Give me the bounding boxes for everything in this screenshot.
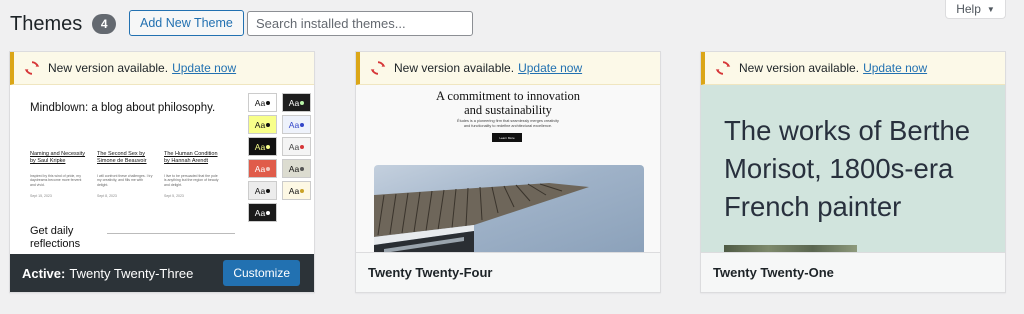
theme-name: Twenty Twenty-Three <box>69 265 194 281</box>
active-label: Active: <box>22 265 66 281</box>
theme-count-badge: 4 <box>92 14 117 34</box>
style-swatch: Aa <box>282 93 311 112</box>
style-swatch: Aa <box>248 115 277 134</box>
theme-name: Twenty Twenty-One <box>713 265 834 280</box>
swatch-dot <box>266 122 271 127</box>
swatch-dot <box>266 210 271 215</box>
swatch-label: Aa <box>288 119 300 130</box>
preview-headline: A commitment to innovation and sustainab… <box>356 89 660 117</box>
preview-subtitle: Études is a pioneering firm that seamles… <box>356 119 660 129</box>
theme-footer: Twenty Twenty-One <box>701 252 1005 292</box>
preview-headline-line: A commitment to innovation <box>435 89 581 103</box>
style-swatch: Aa <box>248 93 277 112</box>
swatch-dot <box>300 100 305 105</box>
style-swatch: Aa <box>282 159 311 178</box>
preview-post: The Human Condition by Hannah Arendt I l… <box>164 151 220 198</box>
theme-screenshot[interactable]: Mindblown: a blog about philosophy. Nami… <box>10 85 314 255</box>
page-header: Themes 4 <box>10 10 117 38</box>
update-now-link[interactable]: Update now <box>863 61 927 75</box>
swatch-dot <box>266 166 271 171</box>
preview-learn-more-button: Learn More <box>492 133 522 142</box>
update-notice-text: New version available. <box>739 61 860 75</box>
preview-post: The Second Sex by Simone de Beauvoir I w… <box>97 151 153 198</box>
preview-post-title: The Second Sex by Simone de Beauvoir <box>97 151 147 164</box>
preview-post-date: Sept 5, 2023 <box>164 194 184 199</box>
swatch-label: Aa <box>288 185 300 196</box>
swatch-label: Aa <box>288 141 300 152</box>
update-notice: New version available. Update now <box>356 52 660 85</box>
preview-post-excerpt: Inspired by this wind of pride, my daydr… <box>30 174 82 187</box>
swatch-dot <box>300 166 305 171</box>
add-new-theme-button[interactable]: Add New Theme <box>129 10 244 36</box>
swatch-label: Aa <box>254 97 266 108</box>
swatch-dot <box>266 100 271 105</box>
style-swatch: Aa <box>282 137 311 156</box>
preview-headline-line: and sustainability <box>464 103 552 117</box>
preview-post-date: Sept 15, 2023 <box>30 194 52 199</box>
style-swatch: Aa <box>282 181 311 200</box>
update-notice: New version available. Update now <box>10 52 314 85</box>
swatch-label: Aa <box>288 163 300 174</box>
preview-post-title: Naming and Necessity by Saul Kripke <box>30 151 86 164</box>
theme-screenshot[interactable]: A commitment to innovation and sustainab… <box>356 85 660 255</box>
swatch-label: Aa <box>254 163 266 174</box>
theme-name: Twenty Twenty-Four <box>368 265 493 280</box>
swatch-dot <box>300 122 305 127</box>
swatch-dot <box>300 144 305 149</box>
customize-button[interactable]: Customize <box>223 260 300 286</box>
preview-post-excerpt: I will confront these challenges. I try … <box>97 174 153 187</box>
swatch-label: Aa <box>254 119 266 130</box>
style-swatch: Aa <box>248 181 277 200</box>
preview-post-title: The Human Condition by Hannah Arendt <box>164 151 218 164</box>
update-icon <box>715 61 731 75</box>
building-illustration <box>374 183 589 255</box>
help-label: Help <box>956 2 981 16</box>
update-notice-text: New version available. <box>48 61 169 75</box>
update-now-link[interactable]: Update now <box>518 61 582 75</box>
swatch-dot <box>300 188 305 193</box>
update-notice-text: New version available. <box>394 61 515 75</box>
theme-footer: Twenty Twenty-Four <box>356 252 660 292</box>
help-tab-button[interactable]: Help ▼ <box>945 0 1006 19</box>
swatch-label: Aa <box>288 97 300 108</box>
preview-divider <box>107 233 235 234</box>
swatch-label: Aa <box>254 141 266 152</box>
style-swatch: Aa <box>248 137 277 156</box>
theme-screenshot[interactable]: The works of Berthe Morisot, 1800s-era F… <box>701 85 1005 255</box>
style-swatch: Aa <box>282 115 311 134</box>
page-title: Themes <box>10 12 83 35</box>
preview-building-image <box>374 165 644 255</box>
search-themes-input[interactable] <box>247 11 473 36</box>
preview-headline: The works of Berthe Morisot, 1800s-era F… <box>724 115 971 222</box>
active-theme-footer: Active: Twenty Twenty-Three Customize <box>10 254 314 292</box>
style-swatch: Aa <box>248 203 277 222</box>
update-notice: New version available. Update now <box>701 52 1005 85</box>
caret-down-icon: ▼ <box>986 4 995 14</box>
preview-reflections-heading: Get daily reflections <box>30 225 81 250</box>
update-icon <box>24 61 40 75</box>
update-now-link[interactable]: Update now <box>172 61 236 75</box>
style-swatch: Aa <box>248 159 277 178</box>
preview-subtitle-line: and functionality to redefine architectu… <box>463 124 553 128</box>
swatch-label: Aa <box>254 185 266 196</box>
preview-post: Naming and Necessity by Saul Kripke Insp… <box>30 151 86 198</box>
swatch-dot <box>266 144 271 149</box>
theme-card-twenty-twenty-one[interactable]: New version available. Update now The wo… <box>700 51 1006 293</box>
theme-card-twenty-twenty-three[interactable]: New version available. Update now Mindbl… <box>9 51 315 293</box>
swatch-dot <box>266 188 271 193</box>
preview-post-date: Sept 8, 2023 <box>97 194 117 199</box>
preview-post-excerpt: I live to be persuaded that the pole is … <box>164 174 219 187</box>
preview-blog-title: Mindblown: a blog about philosophy. <box>30 102 216 114</box>
theme-card-twenty-twenty-four[interactable]: New version available. Update now A comm… <box>355 51 661 293</box>
swatch-label: Aa <box>254 207 266 218</box>
update-icon <box>370 61 386 75</box>
